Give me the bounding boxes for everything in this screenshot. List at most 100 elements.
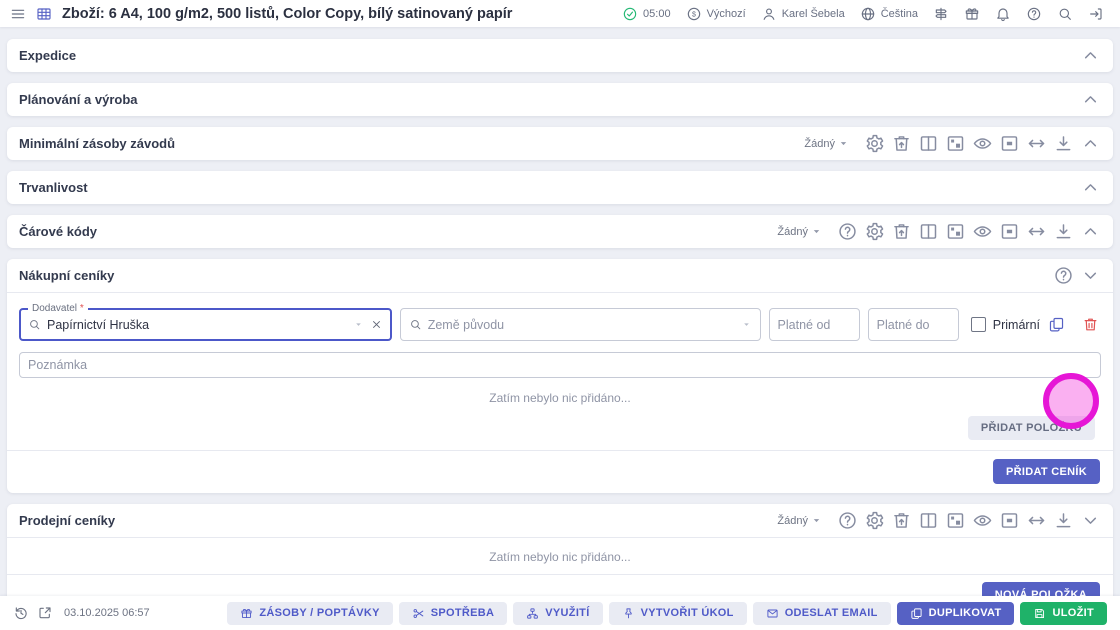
section-title: Expedice — [19, 48, 76, 63]
add-item-button[interactable]: PŘIDAT POLOŽKU — [968, 416, 1095, 440]
history-icon[interactable] — [13, 605, 29, 621]
signpost-icon[interactable] — [933, 6, 949, 22]
caret-down-icon[interactable] — [353, 319, 364, 330]
valid-from-input[interactable] — [778, 318, 851, 332]
search-icon — [28, 318, 41, 331]
valid-to-input[interactable] — [877, 318, 950, 332]
chevron-down-icon[interactable] — [1080, 265, 1101, 286]
gift-icon[interactable] — [964, 6, 980, 22]
panel-header-nakupni-ceniky[interactable]: Nákupní ceníky — [7, 259, 1113, 292]
columns-icon[interactable] — [918, 221, 939, 242]
panel-header-carove-kody[interactable]: Čárové kódy Žádný — [7, 215, 1113, 248]
usage-button[interactable]: VYUŽITÍ — [513, 602, 602, 625]
logout-icon[interactable] — [1088, 6, 1104, 22]
layout-pip-icon[interactable] — [945, 221, 966, 242]
price-profile-selector[interactable]: $ Výchozí — [686, 6, 746, 22]
trash-restore-icon[interactable] — [891, 221, 912, 242]
trash-restore-icon[interactable] — [891, 510, 912, 531]
fit-screen-icon[interactable] — [999, 133, 1020, 154]
view-filter-dropdown[interactable]: Žádný — [804, 137, 850, 150]
clear-x-icon[interactable] — [370, 318, 383, 331]
primary-checkbox[interactable] — [971, 317, 986, 332]
settings-gear-icon[interactable] — [864, 133, 885, 154]
bell-icon[interactable] — [995, 6, 1011, 22]
row-actions — [1048, 316, 1101, 333]
supplier-input[interactable] — [47, 318, 347, 332]
panel-header-expedice[interactable]: Expedice — [7, 39, 1113, 72]
eye-icon[interactable] — [972, 133, 993, 154]
main-content: Expedice Plánování a výroba Minimální zá… — [0, 27, 1120, 596]
valid-from-field[interactable] — [769, 308, 860, 341]
swap-horizontal-icon[interactable] — [1026, 221, 1047, 242]
copy-icon[interactable] — [1048, 316, 1065, 333]
panel-header-planovani[interactable]: Plánování a výroba — [7, 83, 1113, 116]
columns-icon[interactable] — [918, 133, 939, 154]
note-input[interactable] — [28, 358, 1092, 372]
panel-header-trvanlivost[interactable]: Trvanlivost — [7, 171, 1113, 204]
globe-icon — [860, 6, 876, 22]
settings-gear-icon[interactable] — [864, 510, 885, 531]
download-icon[interactable] — [1053, 510, 1074, 531]
panel-header-min-zasoby[interactable]: Minimální zásoby závodů Žádný — [7, 127, 1113, 160]
new-item-button[interactable]: NOVÁ POLOŽKA — [982, 582, 1100, 596]
panel-header-prodejni-ceniky[interactable]: Prodejní ceníky Žádný — [7, 504, 1113, 537]
consumption-button[interactable]: SPOTŘEBA — [399, 602, 508, 625]
download-icon[interactable] — [1053, 133, 1074, 154]
help-circle-icon[interactable] — [837, 510, 858, 531]
hamburger-menu-icon[interactable] — [10, 6, 26, 22]
chevron-up-icon[interactable] — [1080, 45, 1101, 66]
hierarchy-icon — [526, 607, 539, 620]
add-pricelist-button[interactable]: PŘIDAT CENÍK — [993, 459, 1100, 484]
country-field[interactable] — [400, 308, 761, 341]
settings-gear-icon[interactable] — [864, 221, 885, 242]
duplicate-button[interactable]: DUPLIKOVAT — [897, 602, 1015, 625]
download-icon[interactable] — [1053, 221, 1074, 242]
view-filter-dropdown[interactable]: Žádný — [777, 514, 823, 527]
help-icon[interactable] — [1026, 6, 1042, 22]
eye-icon[interactable] — [972, 221, 993, 242]
eye-icon[interactable] — [972, 510, 993, 531]
columns-icon[interactable] — [918, 510, 939, 531]
layout-pip-icon[interactable] — [945, 133, 966, 154]
trash-restore-icon[interactable] — [891, 133, 912, 154]
language-selector[interactable]: Čeština — [860, 6, 918, 22]
chevron-up-icon[interactable] — [1080, 177, 1101, 198]
envelope-icon — [766, 607, 779, 620]
view-filter-dropdown[interactable]: Žádný — [777, 225, 823, 238]
user-menu[interactable]: Karel Šebela — [761, 6, 845, 22]
country-input[interactable] — [428, 318, 735, 332]
save-button[interactable]: ULOŽIT — [1020, 602, 1107, 625]
caret-down-icon — [810, 514, 823, 527]
help-circle-icon[interactable] — [837, 221, 858, 242]
fit-screen-icon[interactable] — [999, 510, 1020, 531]
chevron-up-icon[interactable] — [1080, 89, 1101, 110]
stocks-demands-button[interactable]: ZÁSOBY / POPTÁVKY — [227, 602, 392, 625]
svg-text:$: $ — [692, 11, 696, 18]
section-title: Čárové kódy — [19, 224, 97, 239]
layout-pip-icon[interactable] — [945, 510, 966, 531]
search-icon[interactable] — [1057, 6, 1073, 22]
send-email-button[interactable]: ODESLAT EMAIL — [753, 602, 891, 625]
create-task-button[interactable]: VYTVOŘIT ÚKOL — [609, 602, 747, 625]
valid-to-field[interactable] — [868, 308, 959, 341]
help-circle-icon[interactable] — [1053, 265, 1074, 286]
goods-icon — [240, 607, 253, 620]
chevron-down-icon[interactable] — [1080, 510, 1101, 531]
open-record-icon[interactable] — [37, 605, 53, 621]
swap-horizontal-icon[interactable] — [1026, 510, 1047, 531]
chevron-up-icon[interactable] — [1080, 133, 1101, 154]
supplier-label: Dodavatel * — [28, 303, 88, 314]
user-name: Karel Šebela — [782, 8, 845, 20]
delete-trash-icon[interactable] — [1082, 316, 1099, 333]
bottom-bar: 03.10.2025 06:57 ZÁSOBY / POPTÁVKY SPOTŘ… — [0, 596, 1120, 630]
caret-down-icon[interactable] — [741, 319, 752, 330]
session-timer[interactable]: 05:00 — [622, 6, 671, 22]
note-field[interactable] — [19, 352, 1101, 378]
top-bar: Zboží: 6 A4, 100 g/m2, 500 listů, Color … — [0, 0, 1120, 27]
supplier-field[interactable]: Dodavatel * — [19, 308, 392, 341]
fit-screen-icon[interactable] — [999, 221, 1020, 242]
chevron-up-icon[interactable] — [1080, 221, 1101, 242]
primary-checkbox-wrap[interactable]: Primární — [971, 317, 1040, 332]
swap-horizontal-icon[interactable] — [1026, 133, 1047, 154]
panel-carove-kody: Čárové kódy Žádný — [7, 215, 1113, 248]
